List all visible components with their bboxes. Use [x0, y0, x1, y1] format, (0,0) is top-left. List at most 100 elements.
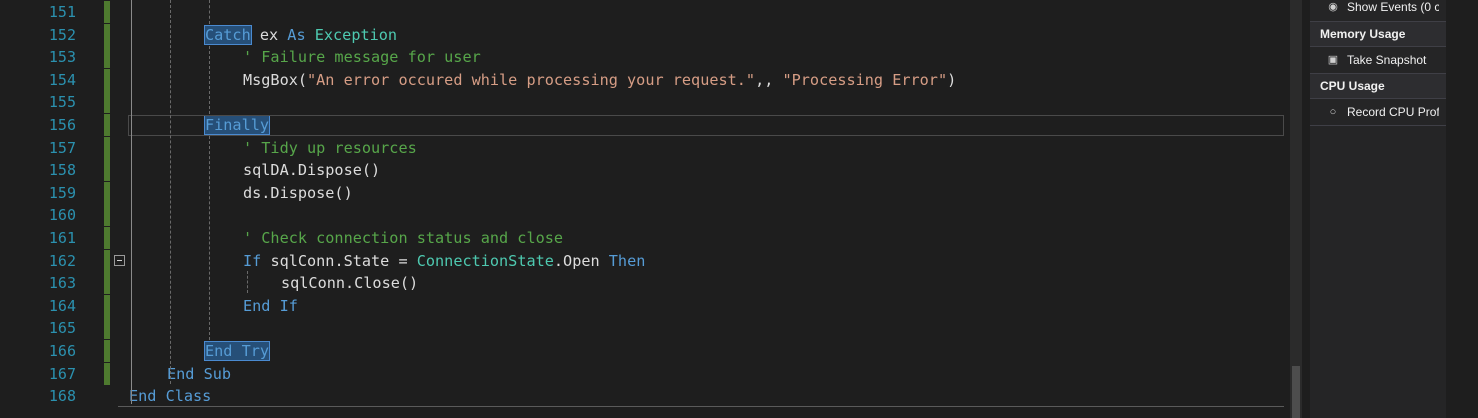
change-indicator: [104, 136, 110, 159]
divider: [1310, 46, 1446, 47]
code-token: ex: [250, 25, 288, 44]
change-indicator: [104, 317, 110, 340]
change-indicator: [104, 68, 110, 91]
keyword-token: End Class: [129, 387, 212, 406]
memory-usage-header: Memory Usage: [1310, 22, 1446, 46]
line-number: 168: [48, 387, 76, 406]
scrollbar-thumb[interactable]: [1292, 366, 1300, 418]
events-icon: ◉: [1328, 1, 1338, 13]
line-number: 163: [48, 274, 76, 293]
take-snapshot-button[interactable]: ▣ Take Snapshot: [1310, 48, 1446, 72]
string-token: "Processing Error": [782, 70, 948, 89]
code-line[interactable]: 161 ' Check connection status and close: [0, 227, 1284, 249]
change-indicator: [104, 272, 110, 295]
code-line[interactable]: 154 MsgBox("An error occured while proces…: [0, 68, 1284, 91]
indent-guide: [170, 0, 171, 384]
line-number: 155: [48, 93, 76, 112]
vertical-scrollbar[interactable]: [1290, 0, 1302, 418]
code-token: MsgBox(: [243, 70, 308, 89]
divider: [1310, 125, 1446, 126]
code-token: sqlConn.Close(): [281, 274, 419, 293]
change-indicator: [104, 204, 110, 227]
indent-guide: [131, 0, 132, 404]
code-line[interactable]: 165: [0, 317, 1284, 340]
code-text[interactable]: End If: [243, 295, 298, 317]
indent-guide: [209, 136, 210, 340]
change-indicator: [104, 23, 110, 46]
keyword-token: End If: [243, 296, 298, 315]
line-number: 151: [48, 3, 76, 21]
show-events-label: Show Events (0 c: [1347, 0, 1439, 14]
change-indicator: [104, 114, 110, 136]
code-text[interactable]: ' Check connection status and close: [243, 227, 563, 249]
indent-guide: [209, 0, 210, 24]
record-icon: ○: [1329, 106, 1337, 118]
record-cpu-profile-button[interactable]: ○ Record CPU Prof: [1310, 100, 1446, 124]
code-line[interactable]: 162 If sqlConn.State = ConnectionState.Op…: [0, 249, 1284, 272]
code-text[interactable]: End Class: [129, 385, 211, 407]
line-number: 166: [48, 342, 76, 360]
change-indicator: [104, 159, 110, 182]
code-text[interactable]: sqlDA.Dispose(): [243, 159, 380, 181]
line-number: 152: [48, 25, 76, 44]
comment-token: ' Check connection status and close: [243, 229, 564, 247]
code-line[interactable]: 166 End Try: [0, 340, 1284, 362]
code-text[interactable]: End Try: [203, 340, 271, 362]
diagnostic-tools-panel: ◉ Show Events (0 c Memory Usage ▣ Take S…: [1310, 0, 1446, 418]
code-line[interactable]: 168 End Class: [0, 385, 1284, 407]
keyword-token: Catch: [204, 24, 252, 45]
show-events-button[interactable]: ◉ Show Events (0 c: [1310, 0, 1446, 19]
code-text[interactable]: ' Failure message for user: [243, 46, 481, 68]
take-snapshot-label: Take Snapshot: [1347, 53, 1427, 67]
code-line[interactable]: 163 sqlConn.Close(): [0, 272, 1284, 295]
record-cpu-profile-label: Record CPU Prof: [1347, 105, 1439, 119]
code-line[interactable]: 158 sqlDA.Dispose(): [0, 159, 1284, 182]
cpu-usage-title: CPU Usage: [1320, 79, 1385, 93]
code-editor[interactable]: 151 152 Catch ex As Exception 153 ' Failure …: [0, 0, 1290, 418]
code-token: .Open: [553, 251, 609, 270]
code-line[interactable]: 159 ds.Dispose(): [0, 181, 1284, 204]
code-token: sqlDA.Dispose(): [243, 161, 381, 180]
code-line[interactable]: 155: [0, 91, 1284, 114]
keyword-token: As: [287, 25, 306, 44]
code-token: ,,: [755, 70, 783, 89]
code-text[interactable]: End Sub: [167, 363, 231, 385]
code-line[interactable]: 151: [0, 1, 1284, 23]
code-token: sqlConn.State =: [261, 251, 417, 270]
line-number: 157: [48, 138, 76, 157]
panel-edge: [1446, 0, 1478, 418]
code-text[interactable]: sqlConn.Close(): [281, 272, 418, 294]
line-number: 156: [48, 116, 76, 134]
code-text[interactable]: ds.Dispose(): [243, 182, 353, 204]
divider: [1310, 98, 1446, 99]
indent-guide: [209, 46, 210, 114]
code-text[interactable]: MsgBox("An error occured while processin…: [243, 69, 956, 91]
comment-token: ' Failure message for user: [243, 48, 481, 67]
code-line[interactable]: 153 ' Failure message for user: [0, 46, 1284, 69]
code-line[interactable]: 157 ' Tidy up resources: [0, 136, 1284, 159]
code-line[interactable]: 152 Catch ex As Exception: [0, 23, 1284, 46]
line-number: 154: [48, 70, 76, 89]
code-text[interactable]: Catch ex As Exception: [204, 24, 398, 46]
cpu-usage-header: CPU Usage: [1310, 74, 1446, 98]
change-indicator: [104, 227, 110, 249]
type-token: ConnectionState: [416, 251, 554, 270]
editor-bottom-border: [118, 406, 1284, 407]
type-token: Exception: [314, 25, 398, 44]
code-line[interactable]: 167 End Sub: [0, 362, 1284, 385]
code-line[interactable]: 164 End If: [0, 294, 1284, 317]
line-number: 160: [48, 206, 76, 225]
change-indicator: [104, 362, 110, 385]
line-number: 167: [48, 364, 76, 383]
code-token: ): [947, 70, 957, 89]
keyword-token: End Sub: [167, 364, 232, 383]
code-text[interactable]: If sqlConn.State = ConnectionState.Open …: [243, 250, 645, 272]
code-text[interactable]: ' Tidy up resources: [243, 137, 417, 159]
keyword-token: End Try: [203, 341, 271, 361]
change-indicator: [104, 294, 110, 317]
change-indicator: [104, 46, 110, 69]
code-line[interactable]: 160: [0, 204, 1284, 227]
collapse-icon[interactable]: [114, 255, 125, 266]
line-number: 161: [48, 229, 76, 247]
